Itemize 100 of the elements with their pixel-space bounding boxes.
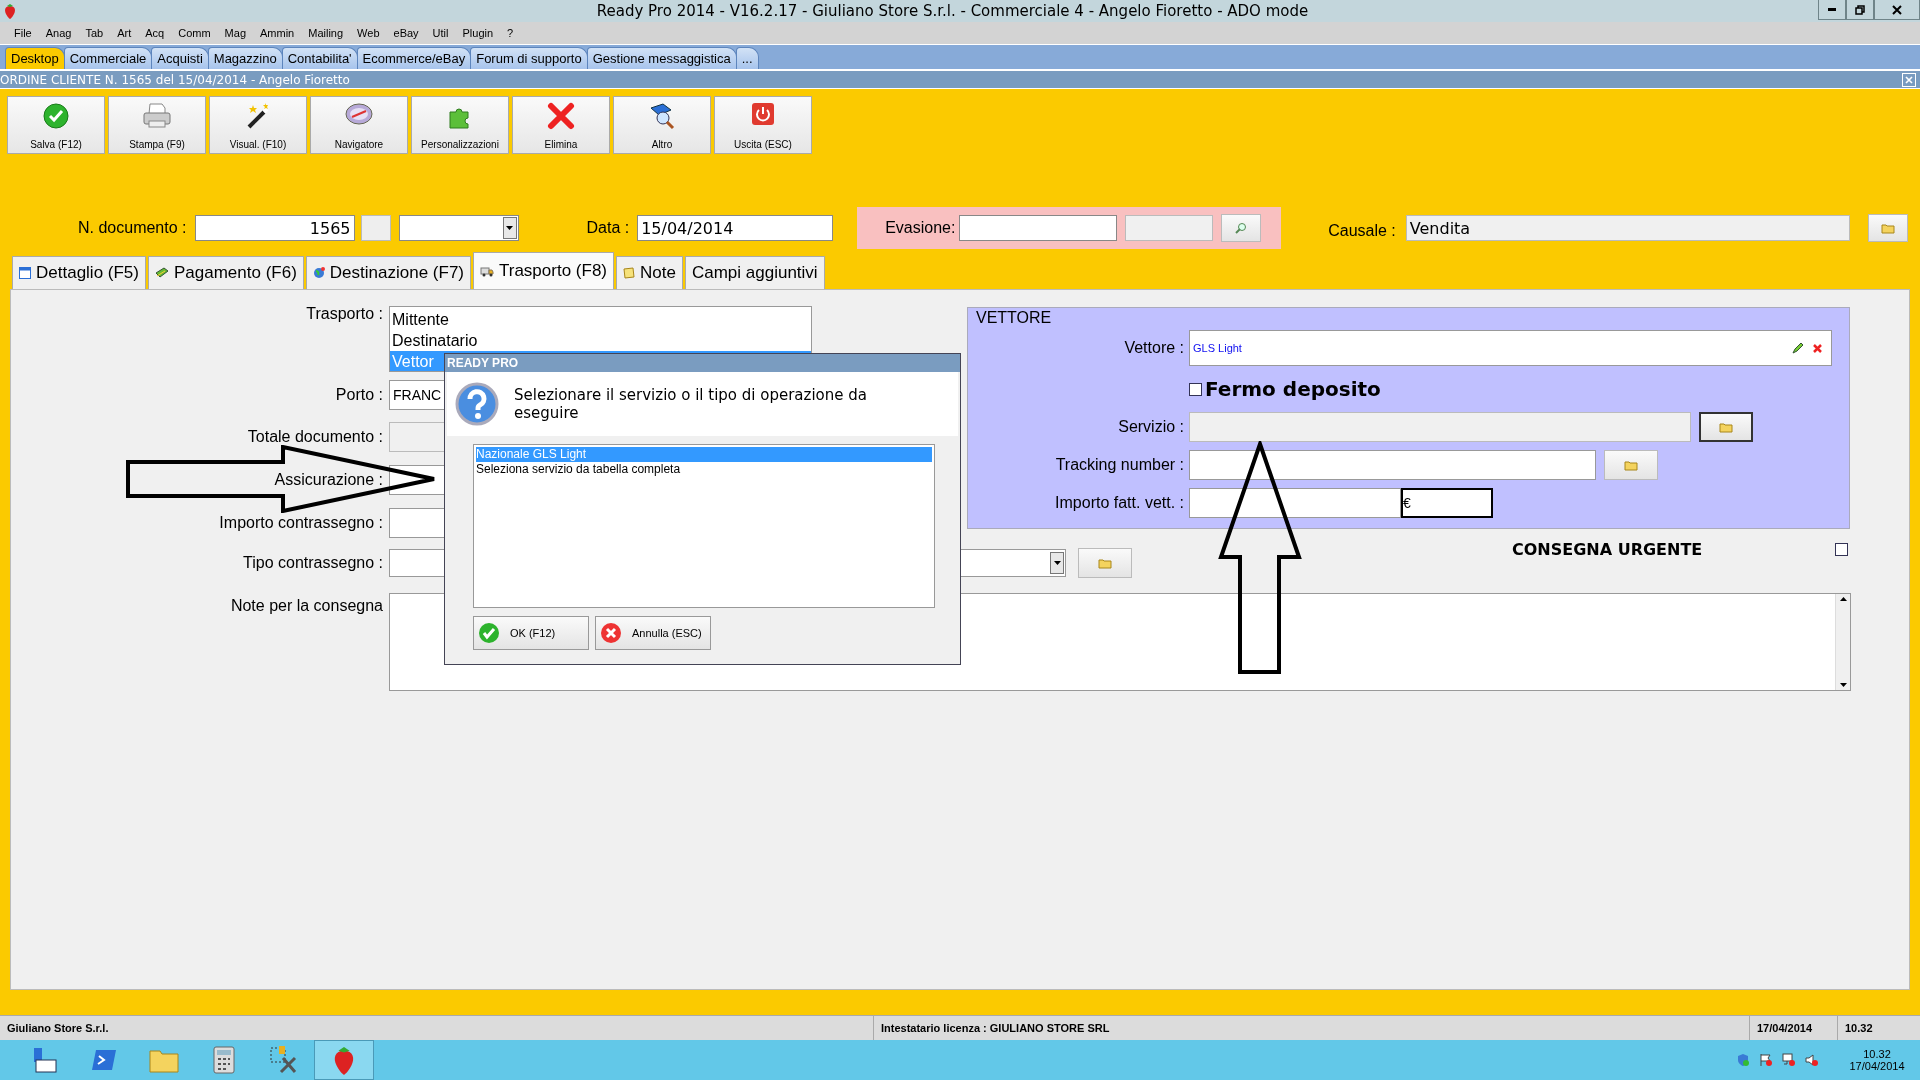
field-label: Evasione:	[885, 219, 956, 237]
amount-field[interactable]	[1189, 488, 1401, 518]
folder-icon	[1880, 222, 1895, 234]
toolbar-button[interactable]: Salva (F12)	[7, 96, 105, 154]
folder-icon	[1719, 421, 1733, 433]
dialog-button[interactable]: Annulla (ESC)	[595, 616, 711, 650]
list-option[interactable]: Mittente	[390, 309, 449, 330]
menu-item[interactable]: Anag	[39, 27, 80, 39]
strawberry-icon	[3, 3, 17, 19]
menu-item[interactable]: Plugin	[456, 27, 502, 39]
menu-item[interactable]: Art	[111, 27, 140, 39]
close-button[interactable]	[1874, 0, 1920, 20]
form-tab[interactable]: Trasporto (F8)	[473, 252, 614, 289]
dialog-button[interactable]: OK (F12)	[473, 616, 589, 650]
toolbar-button[interactable]: Uscita (ESC)	[714, 96, 812, 154]
pencil-icon[interactable]	[1791, 341, 1804, 355]
causale-field[interactable]: Vendita	[1405, 215, 1850, 241]
menu-item[interactable]: Comm	[172, 27, 219, 39]
carrier-field[interactable]: GLS Light	[1189, 330, 1832, 366]
dialog-title: READY PRO	[445, 354, 960, 372]
form-tab[interactable]: Note	[616, 256, 683, 289]
form-tab[interactable]: Dettaglio (F5)	[12, 256, 146, 289]
form-tab[interactable]: Destinazione (F7)	[305, 256, 471, 289]
minimize-button[interactable]	[1818, 0, 1846, 20]
flag-icon[interactable]	[1759, 1053, 1773, 1067]
field-label: Importo contrassegno :	[219, 514, 383, 532]
tracking-field[interactable]	[1189, 450, 1596, 480]
series-dropdown[interactable]	[398, 215, 519, 241]
caret-down-icon	[506, 226, 513, 230]
document-title: ORDINE CLIENTE N. 1565 del 15/04/2014 - Angelo Fioretto	[0, 72, 350, 87]
list-option[interactable]: Seleziona servizio da tabella completa	[476, 462, 932, 477]
checkbox[interactable]	[1835, 542, 1848, 556]
menu-item[interactable]: Util	[426, 27, 457, 39]
checkbox[interactable]	[1189, 382, 1202, 396]
toolbar-button[interactable]: Altro	[613, 96, 711, 154]
question-icon	[455, 382, 499, 426]
menu-item[interactable]: File	[8, 27, 40, 39]
toolbar-button[interactable]: Personalizzazioni	[411, 96, 509, 154]
currency-field[interactable]: €	[1401, 488, 1493, 518]
toolbar-button[interactable]: Elimina	[512, 96, 610, 154]
menu-item[interactable]: Tab	[79, 27, 112, 39]
cancel-icon	[600, 622, 622, 644]
nav-tab[interactable]: Commerciale	[63, 47, 153, 69]
field-label: Servizio :	[1118, 418, 1184, 436]
carrier-value: GLS Light	[1193, 342, 1242, 354]
clock-time[interactable]: 10.32	[1863, 1048, 1891, 1060]
field-label: Note per la consegna	[230, 597, 383, 615]
scroll-up-icon[interactable]	[1839, 597, 1847, 601]
note-icon	[623, 267, 635, 279]
banknotes-icon	[155, 267, 169, 279]
list-option[interactable]: Destinatario	[390, 330, 478, 351]
nav-tab[interactable]: Contabilita'	[281, 47, 358, 69]
folder-icon	[1624, 459, 1638, 471]
globe-icon	[312, 267, 325, 279]
tools-icon	[269, 1046, 299, 1074]
scrollbar[interactable]	[1835, 594, 1850, 690]
form-tab[interactable]: Pagamento (F6)	[148, 256, 304, 289]
nav-tab[interactable]: Magazzino	[207, 47, 283, 69]
nav-tab[interactable]: Gestione messaggistica	[586, 47, 737, 69]
field-label: Causale :	[1328, 222, 1396, 240]
folder-button[interactable]	[1699, 412, 1753, 442]
checkmark-icon	[478, 622, 500, 644]
toolbar-button[interactable]: Stampa (F9)	[108, 96, 206, 154]
folder-icon	[1098, 557, 1112, 569]
status-time: 10.32	[1844, 1021, 1874, 1036]
delete-icon[interactable]	[1812, 342, 1823, 354]
clock-date[interactable]: 17/04/2014	[1849, 1060, 1905, 1072]
evasione-field[interactable]	[959, 215, 1118, 241]
menu-item[interactable]: Acq	[139, 27, 173, 39]
options-list[interactable]: Nazionale GLS Light Seleziona servizio da tabella completa	[473, 444, 935, 608]
menu-item[interactable]: ?	[501, 27, 522, 39]
menu-item[interactable]: Mailing	[302, 27, 352, 39]
calculator-icon	[213, 1046, 235, 1074]
menu-item[interactable]: Web	[351, 27, 388, 39]
menu-item[interactable]: Mag	[218, 27, 254, 39]
dialog-message: Selezionare il servizio o il tipo di operazione da eseguire	[514, 386, 868, 422]
field-label: N. documento :	[78, 219, 187, 237]
field-label: Importo fatt. vett. :	[1055, 494, 1184, 512]
suffix-field[interactable]	[360, 215, 391, 241]
nav-tab[interactable]: Desktop	[5, 47, 65, 69]
nav-tab[interactable]: Forum di supporto	[470, 47, 588, 69]
toolbar-button[interactable]: Navigatore	[310, 96, 408, 154]
speaker-icon[interactable]	[1805, 1053, 1819, 1067]
nav-tab[interactable]: Ecommerce/eBay	[356, 47, 472, 69]
document-number-field[interactable]: 1565	[194, 215, 355, 241]
date-field[interactable]: 15/04/2014	[637, 215, 834, 241]
toolbar-button[interactable]: Visual. (F10)	[209, 96, 307, 154]
field-label: Porto :	[335, 386, 383, 404]
scroll-down-icon[interactable]	[1839, 683, 1847, 687]
restore-button[interactable]	[1846, 0, 1874, 20]
form-tab[interactable]: Campi aggiuntivi	[684, 256, 825, 289]
truck-icon	[480, 265, 494, 277]
network-icon[interactable]	[1782, 1053, 1796, 1067]
menu-item[interactable]: eBay	[387, 27, 427, 39]
nav-tab[interactable]: Acquisti	[151, 47, 209, 69]
menu-item[interactable]: Ammin	[254, 27, 303, 39]
taskbar-button[interactable]	[314, 1040, 374, 1080]
checkbox-label: CONSEGNA URGENTE	[1512, 539, 1703, 559]
nav-tab[interactable]: ...	[735, 47, 759, 69]
checkmark-icon	[42, 102, 70, 130]
